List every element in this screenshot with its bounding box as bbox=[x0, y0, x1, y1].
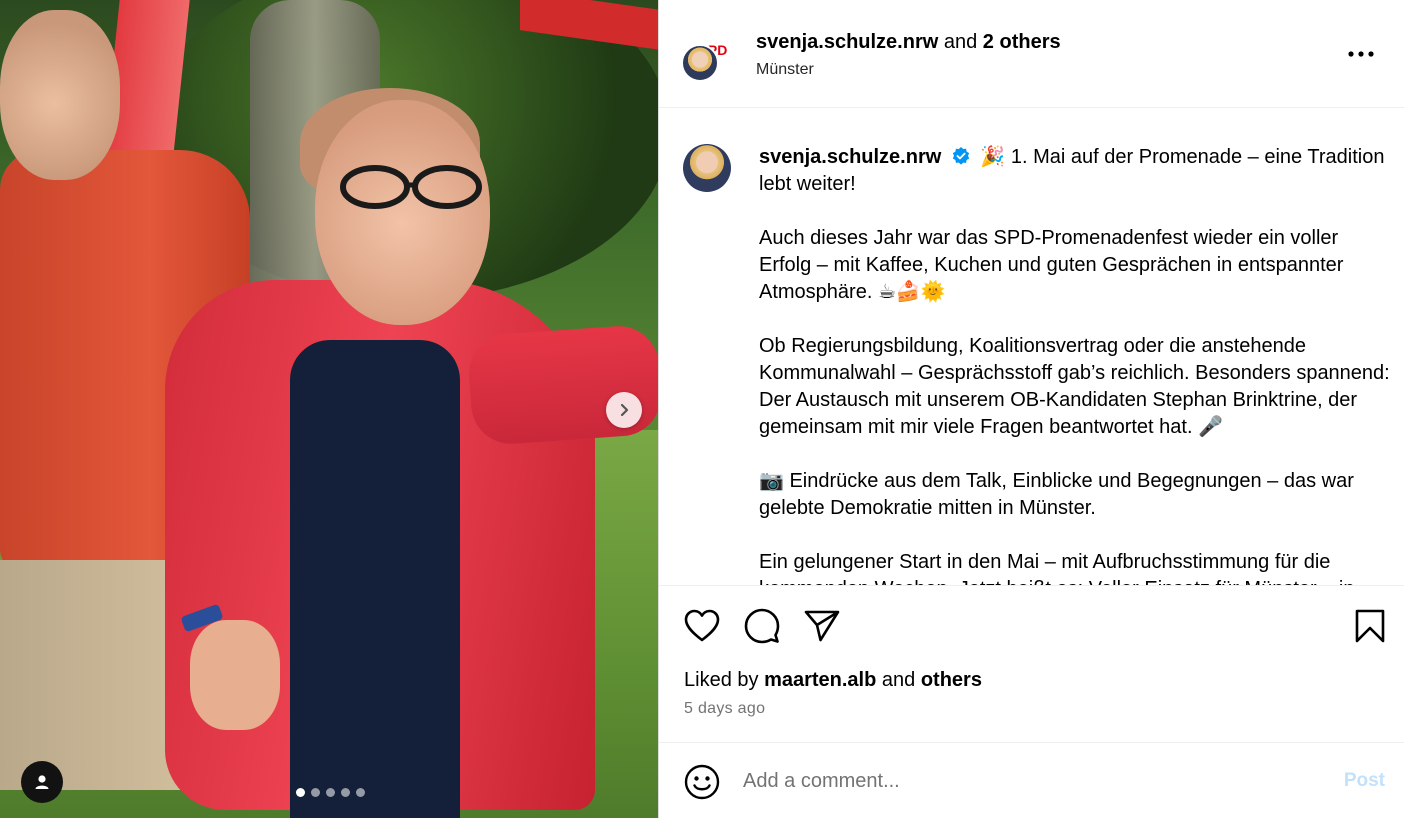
more-horizontal-icon bbox=[1348, 51, 1374, 57]
likes-prefix: Liked by bbox=[684, 669, 759, 691]
photo-woman-head bbox=[315, 100, 490, 325]
heart-icon bbox=[684, 609, 720, 642]
likes-others-link[interactable]: others bbox=[921, 669, 982, 691]
carousel-dot bbox=[341, 788, 350, 797]
photo-man-shorts bbox=[0, 560, 180, 790]
user-icon bbox=[35, 775, 49, 789]
location-link[interactable]: Münster bbox=[756, 61, 814, 79]
post-timestamp[interactable]: 5 days ago bbox=[684, 700, 765, 718]
photo-man-head bbox=[0, 10, 120, 180]
post-details-panel: SPD svenja.schulze.nrw and 2 others Müns… bbox=[658, 0, 1404, 818]
and-text: and bbox=[943, 31, 978, 53]
carousel-dot bbox=[311, 788, 320, 797]
liker-username-link[interactable]: maarten.alb bbox=[764, 669, 876, 691]
verified-badge-icon bbox=[951, 146, 971, 166]
carousel-dot bbox=[296, 788, 305, 797]
caption-username-link[interactable]: svenja.schulze.nrw bbox=[759, 146, 941, 168]
likes-and: and bbox=[881, 669, 916, 691]
like-button[interactable] bbox=[682, 606, 722, 646]
photo-hand bbox=[190, 620, 280, 730]
others-link[interactable]: 2 others bbox=[983, 31, 1061, 53]
post-header: SPD svenja.schulze.nrw and 2 others Müns… bbox=[659, 0, 1404, 108]
photo-glasses bbox=[340, 165, 482, 209]
comment-icon bbox=[744, 608, 780, 644]
post-media-carousel[interactable] bbox=[0, 0, 658, 818]
caption-paragraph: Ein gelungener Start in den Mai – mit Au… bbox=[759, 551, 1354, 585]
comment-composer: Post bbox=[659, 742, 1404, 818]
avatar bbox=[681, 44, 719, 82]
tagged-users-button[interactable] bbox=[21, 761, 63, 803]
chevron-right-icon bbox=[620, 403, 629, 417]
caption-paragraph: Ob Regierungsbildung, Koalitionsvertrag … bbox=[759, 335, 1390, 438]
carousel-indicator bbox=[296, 788, 365, 797]
author-username-link[interactable]: svenja.schulze.nrw bbox=[756, 31, 938, 53]
post-authors: svenja.schulze.nrw and 2 others bbox=[756, 31, 1061, 54]
smiley-icon bbox=[684, 764, 720, 800]
likes-summary: Liked by maarten.alb and others bbox=[684, 669, 982, 692]
caption-section[interactable]: svenja.schulze.nrw 🎉 1. Mai auf der Prom… bbox=[659, 108, 1404, 586]
comment-button[interactable] bbox=[742, 606, 782, 646]
caption-text: svenja.schulze.nrw 🎉 1. Mai auf der Prom… bbox=[759, 144, 1391, 585]
post-actions bbox=[659, 586, 1404, 664]
carousel-dot bbox=[356, 788, 365, 797]
caption-paragraph: 📷 Eindrücke aus dem Talk, Einblicke und … bbox=[759, 470, 1354, 519]
bookmark-icon bbox=[1355, 609, 1385, 643]
post-comment-button[interactable]: Post bbox=[1344, 770, 1385, 792]
carousel-dot bbox=[326, 788, 335, 797]
next-slide-button[interactable] bbox=[606, 392, 642, 428]
save-button[interactable] bbox=[1350, 606, 1390, 646]
avatar[interactable] bbox=[683, 144, 731, 192]
send-icon bbox=[804, 610, 840, 642]
photo-woman-arm bbox=[466, 323, 658, 447]
caption-paragraph: Auch dieses Jahr war das SPD-Promenadenf… bbox=[759, 227, 1344, 303]
collab-avatars[interactable]: SPD bbox=[681, 32, 733, 82]
photo-woman-shirt bbox=[290, 340, 460, 818]
share-button[interactable] bbox=[802, 606, 842, 646]
comment-input[interactable] bbox=[743, 765, 1303, 797]
more-options-button[interactable] bbox=[1341, 40, 1381, 68]
emoji-picker-button[interactable] bbox=[683, 763, 721, 801]
